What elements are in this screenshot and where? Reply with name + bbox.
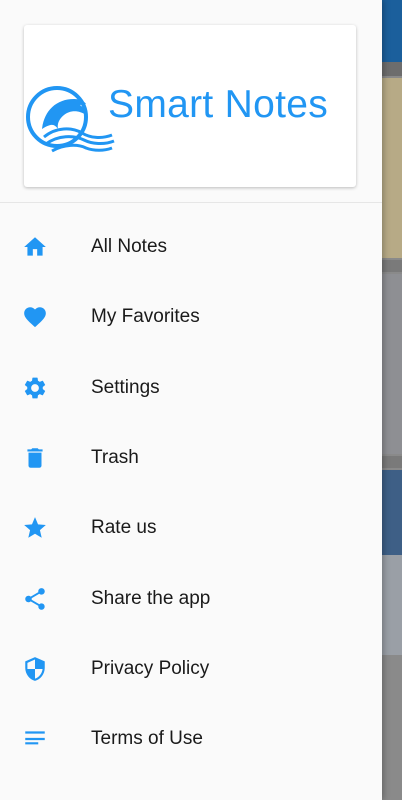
- background-note-card: [382, 274, 402, 454]
- menu-item-rate-us[interactable]: Rate us: [0, 493, 382, 563]
- background-separator: [382, 456, 402, 468]
- star-icon: [22, 515, 48, 541]
- drawer-menu: All Notes My Favorites Settings Trash Ra…: [0, 212, 382, 774]
- menu-item-all-notes[interactable]: All Notes: [0, 212, 382, 282]
- menu-item-my-favorites[interactable]: My Favorites: [0, 282, 382, 352]
- navigation-drawer: Smart Notes All Notes My Favorites Setti…: [0, 0, 382, 800]
- menu-item-label: My Favorites: [91, 306, 200, 328]
- background-note-card: [382, 555, 402, 655]
- menu-item-settings[interactable]: Settings: [0, 353, 382, 423]
- menu-item-share-the-app[interactable]: Share the app: [0, 563, 382, 633]
- background-note-card: [382, 470, 402, 555]
- header-divider: [0, 202, 382, 203]
- gear-icon: [22, 375, 48, 401]
- dolphin-logo-icon: [24, 77, 116, 161]
- background-separator: [382, 260, 402, 272]
- menu-item-label: Share the app: [91, 587, 211, 609]
- drawer-header: Smart Notes: [24, 25, 356, 187]
- lines-icon: [22, 726, 48, 752]
- heart-icon: [22, 304, 48, 330]
- home-icon: [22, 234, 48, 260]
- background-separator: [382, 62, 402, 76]
- menu-item-label: Terms of Use: [91, 728, 203, 750]
- app-title: Smart Notes: [108, 83, 329, 126]
- menu-item-label: Rate us: [91, 517, 157, 539]
- menu-item-privacy-policy[interactable]: Privacy Policy: [0, 634, 382, 704]
- menu-item-trash[interactable]: Trash: [0, 423, 382, 493]
- shield-icon: [22, 656, 48, 682]
- background-area: [382, 655, 402, 800]
- menu-item-label: All Notes: [91, 236, 168, 258]
- share-icon: [22, 586, 48, 612]
- menu-item-label: Settings: [91, 376, 160, 398]
- background-note-card: [382, 78, 402, 258]
- background-toolbar: [382, 0, 402, 62]
- menu-item-label: Privacy Policy: [91, 657, 210, 679]
- menu-item-terms-of-use[interactable]: Terms of Use: [0, 704, 382, 774]
- background-app-content[interactable]: [382, 0, 402, 800]
- menu-item-label: Trash: [91, 447, 139, 469]
- trash-icon: [22, 445, 48, 471]
